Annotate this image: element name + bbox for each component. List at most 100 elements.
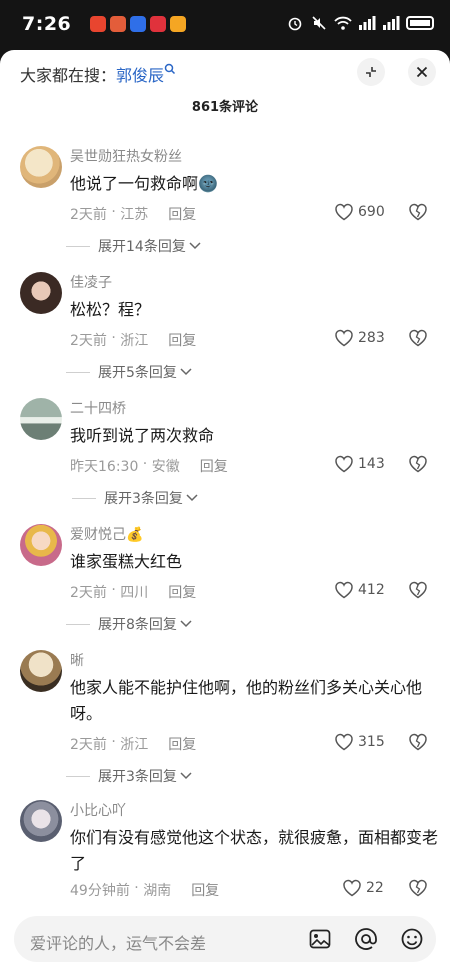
like-button[interactable]: 143 (334, 455, 385, 473)
comment-item: 二十四桥 我听到说了两次救命 昨天16:30 · 安徽 回复 143 展开3条回… (0, 398, 450, 513)
like-count: 143 (358, 456, 385, 472)
status-time: 7:26 (22, 13, 72, 35)
like-button[interactable]: 283 (334, 329, 385, 347)
divider (66, 775, 90, 777)
avatar[interactable] (20, 272, 62, 314)
like-count: 412 (358, 582, 385, 598)
dislike-icon[interactable] (408, 879, 428, 901)
heart-icon (343, 879, 361, 897)
comment-time: 昨天16:30 (70, 459, 139, 475)
app-notification-icon (170, 16, 186, 32)
reply-button[interactable]: 回复 (168, 582, 196, 602)
dislike-icon[interactable] (408, 733, 428, 755)
comment-item: 晰 他家人能不能护住他啊，他的粉丝们多关心关心他呀。 2天前 · 浙江 回复 3… (0, 650, 450, 790)
expand-replies-label: 展开8条回复 (98, 617, 177, 633)
collapse-icon[interactable] (357, 58, 385, 86)
comment-text: 他说了一句救命啊🌚 (70, 174, 218, 193)
like-button[interactable]: 22 (342, 879, 384, 897)
expand-replies[interactable]: 展开3条回复 (72, 488, 198, 508)
divider (66, 623, 90, 625)
comment-username[interactable]: 吴世勋狂热女粉丝 (70, 146, 182, 166)
comment-username[interactable]: 晰 (70, 650, 84, 670)
avatar[interactable] (20, 146, 62, 188)
like-button[interactable]: 412 (334, 581, 385, 599)
heart-icon (335, 203, 353, 221)
heart-icon (335, 733, 353, 751)
reply-button[interactable]: 回复 (168, 734, 196, 754)
comment-input-placeholder: 爱评论的人，运气不会差 (30, 934, 207, 953)
battery-icon (406, 16, 434, 30)
comment-location: 江苏 (120, 207, 149, 223)
comment-input[interactable]: 爱评论的人，运气不会差 (14, 916, 436, 962)
comment-text: 他家人能不能护住他啊，他的粉丝们多关心关心他呀。 (70, 678, 423, 723)
chevron-down-icon (180, 620, 192, 628)
reply-button[interactable]: 回复 (168, 204, 196, 224)
image-icon[interactable] (308, 927, 332, 951)
comment-username[interactable]: 二十四桥 (70, 398, 126, 418)
comment-item: 爱财悦己💰 谁家蛋糕大红色 2天前 · 四川 回复 412 展开8条回复 (0, 524, 450, 639)
comment-meta: 2天前 · 四川 回复 (70, 582, 197, 602)
avatar[interactable] (20, 800, 62, 842)
comment-time: 2天前 (70, 333, 107, 349)
expand-replies[interactable]: 展开14条回复 (66, 236, 201, 256)
like-count: 690 (358, 204, 385, 220)
dislike-icon[interactable] (408, 203, 428, 225)
dislike-icon[interactable] (408, 455, 428, 477)
like-count: 283 (358, 330, 385, 346)
trending-search-prefix: 大家都在搜： (20, 66, 117, 85)
divider (72, 497, 96, 499)
chevron-down-icon (186, 494, 198, 502)
like-count: 315 (358, 734, 385, 750)
comment-time: 2天前 (70, 737, 107, 753)
comment-username[interactable]: 小比心吖 (70, 800, 126, 820)
heart-icon (335, 455, 353, 473)
reply-button[interactable]: 回复 (168, 330, 196, 350)
trending-search[interactable]: 大家都在搜：郭俊辰 (20, 62, 176, 86)
reply-button[interactable]: 回复 (200, 456, 228, 476)
heart-icon (335, 581, 353, 599)
dislike-icon[interactable] (408, 329, 428, 351)
at-icon[interactable] (354, 927, 378, 951)
expand-replies[interactable]: 展开3条回复 (66, 766, 192, 786)
wifi-icon (334, 14, 352, 32)
like-button[interactable]: 315 (334, 733, 385, 751)
comment-item: 吴世勋狂热女粉丝 他说了一句救命啊🌚 2天前 · 江苏 回复 690 展开14条… (0, 146, 450, 261)
alarm-icon (286, 14, 304, 32)
comment-input-bar: 爱评论的人，运气不会差 (0, 906, 450, 972)
trending-search-keyword[interactable]: 郭俊辰 (116, 66, 164, 85)
avatar[interactable] (20, 398, 62, 440)
comment-text: 我听到说了两次救命 (70, 426, 215, 445)
divider (66, 245, 90, 247)
close-icon[interactable] (408, 58, 436, 86)
comment-item: 佳凌子 松松？程？ 2天前 · 浙江 回复 283 展开5条回复 (0, 272, 450, 387)
comment-text: 你们有没有感觉他这个状态，就很疲惫，面相都变老了 (70, 828, 439, 873)
avatar[interactable] (20, 524, 62, 566)
comment-time: 2天前 (70, 585, 107, 601)
comment-text: 松松？程？ (70, 300, 151, 319)
comment-time: 49分钟前 (70, 883, 130, 899)
comment-meta: 昨天16:30 · 安徽 回复 (70, 456, 228, 476)
comment-meta: 2天前 · 浙江 回复 (70, 330, 197, 350)
expand-replies[interactable]: 展开8条回复 (66, 614, 192, 634)
divider (66, 371, 90, 373)
comment-text: 谁家蛋糕大红色 (70, 552, 183, 571)
expand-replies[interactable]: 展开5条回复 (66, 362, 192, 382)
comment-location: 浙江 (120, 333, 149, 349)
app-notification-icon (150, 16, 166, 32)
comment-username[interactable]: 爱财悦己💰 (70, 524, 143, 544)
like-count: 22 (366, 880, 384, 896)
comment-meta: 2天前 · 江苏 回复 (70, 204, 197, 224)
comment-username[interactable]: 佳凌子 (70, 272, 112, 292)
app-notification-icon (130, 16, 146, 32)
notification-app-icons (90, 16, 186, 32)
avatar[interactable] (20, 650, 62, 692)
chevron-down-icon (180, 772, 192, 780)
like-button[interactable]: 690 (334, 203, 385, 221)
dislike-icon[interactable] (408, 581, 428, 603)
comment-location: 浙江 (120, 737, 149, 753)
comment-location: 四川 (120, 585, 149, 601)
reply-button[interactable]: 回复 (191, 880, 219, 900)
mute-icon (310, 14, 328, 32)
emoji-icon[interactable] (400, 927, 424, 951)
app-notification-icon (110, 16, 126, 32)
